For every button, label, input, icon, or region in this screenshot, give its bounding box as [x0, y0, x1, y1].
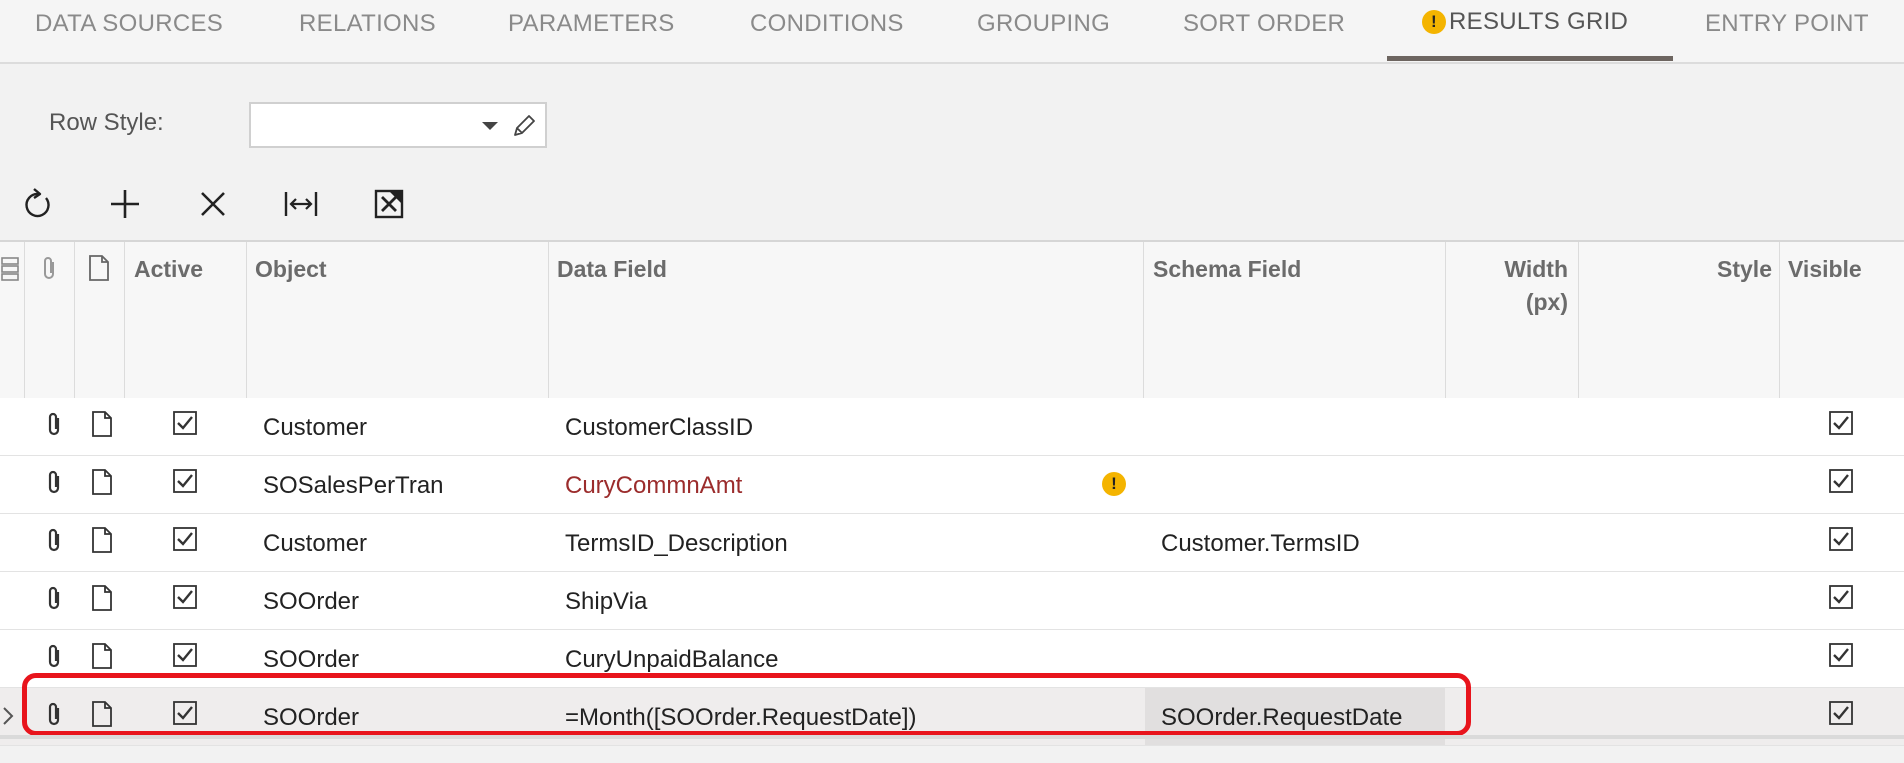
data-field-cell[interactable]: CustomerClassID: [565, 414, 753, 442]
header-data-field[interactable]: Data Field: [557, 256, 667, 283]
note-icon: [89, 255, 109, 281]
active-checkbox[interactable]: [172, 700, 198, 726]
visible-checkbox[interactable]: [1828, 584, 1854, 610]
table-row[interactable]: SOOrder ShipVia: [0, 572, 1904, 630]
note-icon[interactable]: [91, 468, 113, 496]
header-width-line1: Width: [1504, 256, 1568, 282]
tab-sort-order[interactable]: SORT ORDER: [1183, 10, 1345, 50]
object-cell[interactable]: SOSalesPerTran: [263, 472, 444, 500]
object-cell[interactable]: SOOrder: [263, 588, 359, 616]
attachment-icon[interactable]: [40, 642, 68, 672]
table-row[interactable]: SOSalesPerTran CuryCommnAmt!: [0, 456, 1904, 514]
tab-parameters[interactable]: PARAMETERS: [508, 10, 675, 50]
data-field-cell[interactable]: TermsID_Description: [565, 530, 788, 558]
refresh-button[interactable]: [18, 184, 58, 224]
data-field-cell[interactable]: =Month([SOOrder.RequestDate]): [565, 704, 917, 732]
data-field-cell[interactable]: CuryCommnAmt: [565, 472, 742, 500]
table-row[interactable]: Customer TermsID_Description Customer.Term…: [0, 514, 1904, 572]
chevron-down-icon[interactable]: [482, 122, 498, 130]
note-icon[interactable]: [91, 410, 113, 438]
visible-checkbox[interactable]: [1828, 700, 1854, 726]
object-cell[interactable]: Customer: [263, 414, 367, 442]
add-row-button[interactable]: [105, 184, 145, 224]
active-checkbox[interactable]: [172, 410, 198, 436]
visible-checkbox[interactable]: [1828, 642, 1854, 668]
header-active[interactable]: Active: [134, 256, 203, 283]
note-icon[interactable]: [91, 700, 113, 728]
grid-footer-bar: [0, 735, 1904, 739]
export-excel-icon: [374, 189, 404, 219]
table-row[interactable]: SOOrder CuryUnpaidBalance: [0, 630, 1904, 688]
add-icon: [111, 190, 139, 218]
tab-relations[interactable]: RELATIONS: [299, 10, 436, 50]
pencil-icon[interactable]: [511, 113, 537, 139]
table-row[interactable]: Customer CustomerClassID: [0, 398, 1904, 456]
active-checkbox[interactable]: [172, 642, 198, 668]
tab-results-grid-label: RESULTS GRID: [1449, 8, 1629, 35]
fit-columns-icon: [284, 192, 318, 216]
tab-bar: DATA SOURCES RELATIONS PARAMETERS CONDIT…: [0, 0, 1904, 64]
row-style-label: Row Style:: [49, 109, 164, 136]
attachment-icon[interactable]: [40, 410, 68, 440]
active-checkbox[interactable]: [172, 526, 198, 552]
tab-entry-point[interactable]: ENTRY POINT: [1705, 10, 1869, 50]
attachment-icon[interactable]: [40, 468, 68, 498]
header-visible[interactable]: Visible: [1788, 256, 1862, 283]
active-checkbox[interactable]: [172, 468, 198, 494]
row-style-select[interactable]: [249, 102, 547, 148]
warning-icon: !: [1422, 10, 1446, 34]
attachment-icon[interactable]: [40, 700, 68, 730]
schema-field-cell[interactable]: SOOrder.RequestDate: [1161, 704, 1402, 732]
visible-checkbox[interactable]: [1828, 526, 1854, 552]
header-schema-field[interactable]: Schema Field: [1153, 256, 1301, 283]
header-style[interactable]: Style: [1582, 256, 1772, 283]
note-icon[interactable]: [91, 526, 113, 554]
tab-results-grid[interactable]: ! RESULTS GRID: [1422, 8, 1628, 48]
schema-field-cell[interactable]: Customer.TermsID: [1161, 530, 1360, 558]
column-chooser-icon[interactable]: [0, 256, 20, 282]
visible-checkbox[interactable]: [1828, 468, 1854, 494]
warning-icon: !: [1102, 472, 1126, 496]
refresh-icon: [25, 188, 50, 218]
fit-columns-button[interactable]: [281, 184, 321, 224]
header-object[interactable]: Object: [255, 256, 327, 283]
data-field-cell[interactable]: CuryUnpaidBalance: [565, 646, 778, 674]
attachment-icon: [44, 257, 54, 279]
attachment-icon[interactable]: [40, 584, 68, 614]
delete-icon: [201, 192, 225, 216]
tab-grouping[interactable]: GROUPING: [977, 10, 1110, 50]
data-field-cell[interactable]: ShipVia: [565, 588, 647, 616]
export-excel-button[interactable]: [369, 184, 409, 224]
header-width[interactable]: Width (px): [1450, 256, 1568, 316]
tab-conditions[interactable]: CONDITIONS: [750, 10, 904, 50]
tab-data-sources[interactable]: DATA SOURCES: [35, 10, 223, 50]
visible-checkbox[interactable]: [1828, 410, 1854, 436]
active-checkbox[interactable]: [172, 584, 198, 610]
attachment-icon[interactable]: [40, 526, 68, 556]
note-icon[interactable]: [91, 584, 113, 612]
active-tab-indicator: [1387, 56, 1673, 61]
object-cell[interactable]: SOOrder: [263, 704, 359, 732]
row-selector-chevron-icon: [3, 707, 14, 725]
object-cell[interactable]: SOOrder: [263, 646, 359, 674]
note-icon[interactable]: [91, 642, 113, 670]
header-width-line2: (px): [1525, 289, 1568, 315]
delete-row-button[interactable]: [193, 184, 233, 224]
object-cell[interactable]: Customer: [263, 530, 367, 558]
